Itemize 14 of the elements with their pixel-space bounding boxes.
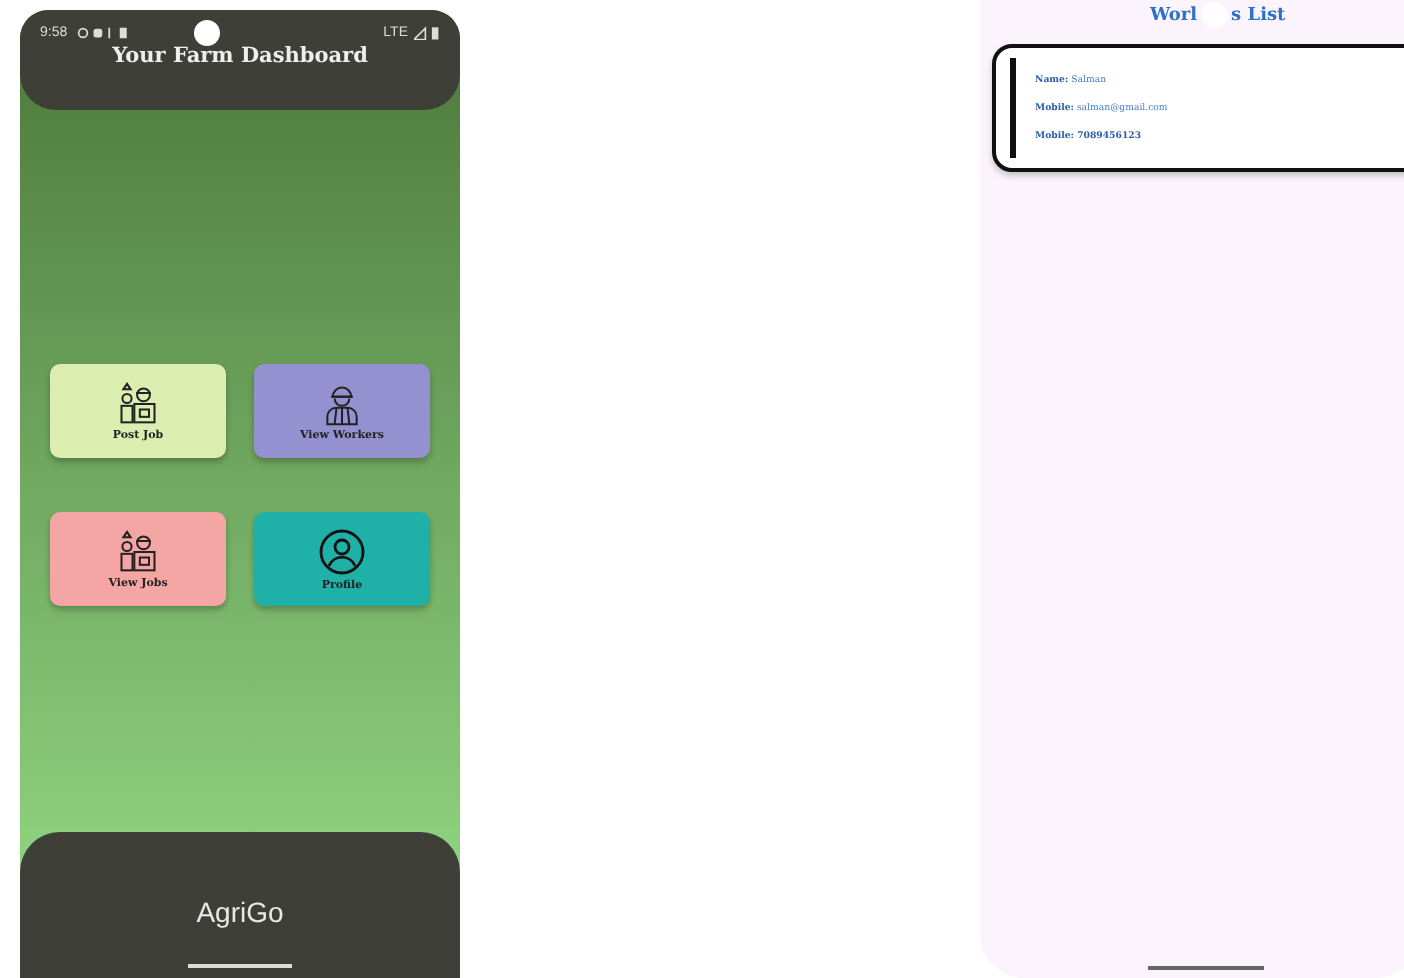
dashboard-title: Your Farm Dashboard xyxy=(110,44,370,68)
screen-title: s List xyxy=(1231,5,1286,25)
screen-title: Worl xyxy=(1150,5,1198,25)
status-icons xyxy=(75,25,132,39)
home-indicator xyxy=(1148,966,1264,970)
app-name: AgriGo xyxy=(196,896,284,928)
home-indicator xyxy=(188,964,292,968)
camera-cutout xyxy=(193,19,220,45)
worker-with-money-icon xyxy=(116,529,160,573)
signal-battery-icon xyxy=(414,25,440,39)
worker-helmet-icon xyxy=(320,381,364,425)
accent-bar xyxy=(1010,58,1015,158)
profile-icon xyxy=(318,527,366,575)
worker-with-money-icon xyxy=(116,381,160,425)
